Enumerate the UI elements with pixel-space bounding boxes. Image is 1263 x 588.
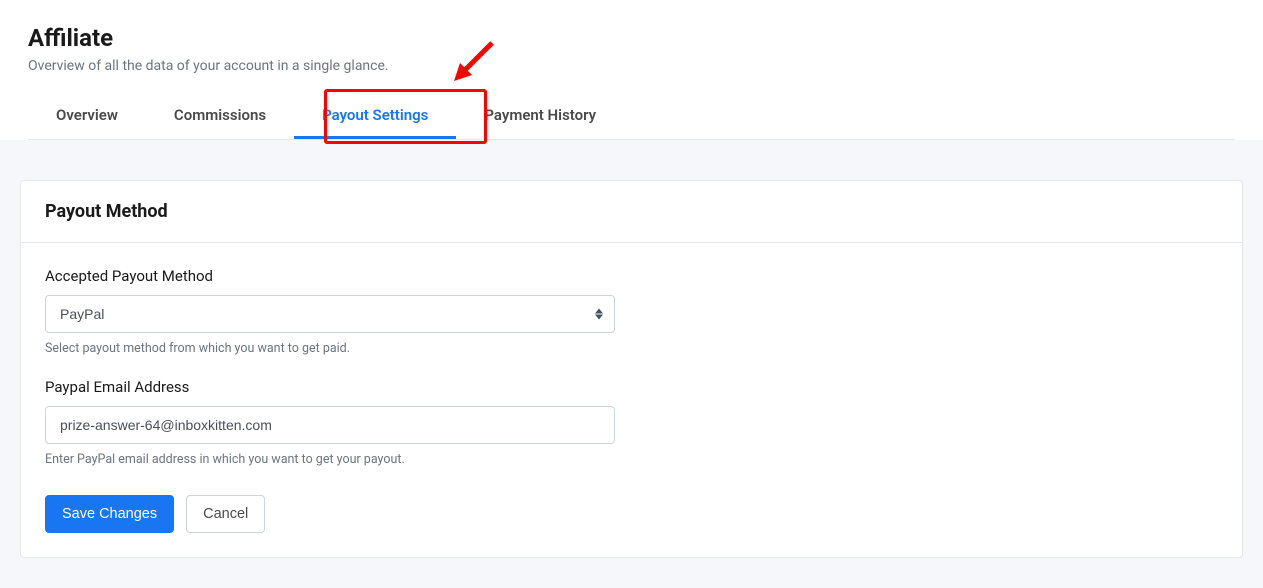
tab-commissions[interactable]: Commissions [146, 94, 294, 139]
payout-method-label: Accepted Payout Method [45, 267, 615, 285]
cancel-button[interactable]: Cancel [186, 495, 265, 533]
payout-method-select[interactable]: PayPal [45, 295, 615, 333]
paypal-email-help: Enter PayPal email address in which you … [45, 452, 615, 467]
tab-payout-settings[interactable]: Payout Settings [294, 94, 456, 139]
payout-method-card: Payout Method Accepted Payout Method Pay… [20, 180, 1243, 558]
paypal-email-label: Paypal Email Address [45, 378, 615, 396]
page-subtitle: Overview of all the data of your account… [28, 58, 1235, 74]
paypal-email-input[interactable] [45, 406, 615, 444]
save-button[interactable]: Save Changes [45, 495, 174, 533]
tab-payment-history[interactable]: Payment History [456, 94, 624, 139]
card-title: Payout Method [45, 201, 1218, 222]
tab-overview[interactable]: Overview [28, 94, 146, 139]
page-title: Affiliate [28, 24, 1235, 52]
payout-method-help: Select payout method from which you want… [45, 341, 615, 356]
tabs-nav: Overview Commissions Payout Settings Pay… [28, 94, 1235, 140]
